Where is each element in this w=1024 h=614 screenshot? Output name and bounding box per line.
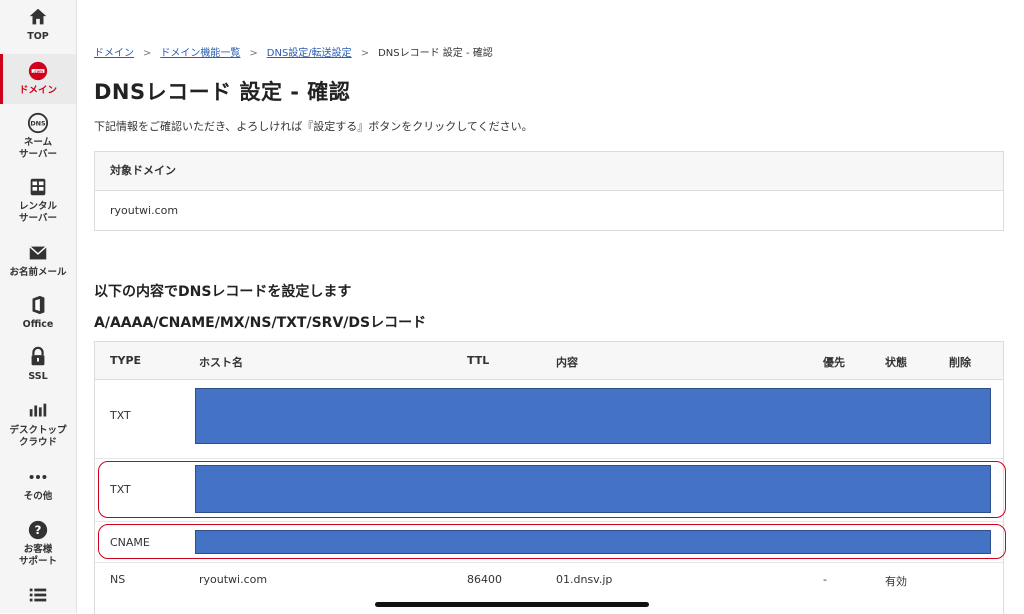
record-type: NS: [110, 573, 126, 586]
lock-icon: [31, 346, 45, 366]
sidebar-item-label: Office: [22, 319, 54, 330]
table-header: TYPE ホスト名 TTL 内容 優先 状態 削除: [95, 342, 1003, 380]
table-row: TXT: [95, 380, 1003, 459]
column-header-ttl: TTL: [467, 354, 490, 367]
more-icon: [29, 474, 47, 480]
highlight-outline: [98, 524, 1006, 559]
redacted-block: [195, 388, 991, 444]
record-type: TXT: [110, 409, 131, 422]
column-header-status: 状態: [885, 356, 907, 369]
home-indicator: [375, 602, 649, 607]
column-header-host: ホスト名: [199, 356, 243, 369]
breadcrumb: ドメイン > ドメイン機能一覧 > DNS設定/転送設定 > DNSレコード 設定 - 確認: [94, 44, 493, 59]
page-title: DNSレコード 設定 - 確認: [94, 80, 351, 104]
record-content: 01.dnsv.jp: [556, 573, 613, 586]
records-section-subtitle: A/AAAA/CNAME/MX/NS/TXT/SRV/DSレコード: [94, 315, 427, 331]
help-icon: ?: [28, 520, 48, 540]
record-ttl: 86400: [467, 573, 502, 586]
breadcrumb-current: DNSレコード 設定 - 確認: [378, 48, 493, 59]
page-description: 下記情報をご確認いただき、よろしければ『設定する』ボタンをクリックしてください。: [94, 120, 533, 133]
server-icon: [30, 178, 46, 196]
breadcrumb-link-domain-functions[interactable]: ドメイン機能一覧: [160, 48, 240, 59]
sidebar-item-label: ドメイン: [18, 85, 57, 96]
target-domain-value: ryoutwi.com: [110, 204, 179, 217]
breadcrumb-separator: >: [360, 48, 370, 59]
sidebar-item-menu[interactable]: [0, 584, 76, 610]
sidebar-item-support[interactable]: ? お客様 サポート: [0, 519, 76, 569]
sidebar-item-domain[interactable]: .com ドメイン: [0, 54, 76, 104]
sidebar: TOP .com ドメイン DNS ネーム サーバー レンタル サーバー お名前…: [0, 0, 77, 613]
highlight-outline: [98, 461, 1006, 518]
dns-icon: DNS: [27, 112, 49, 134]
breadcrumb-link-domain[interactable]: ドメイン: [94, 48, 134, 59]
sidebar-item-mail[interactable]: お名前メール: [0, 242, 76, 282]
svg-text:DNS: DNS: [30, 119, 46, 127]
column-header-priority: 優先: [823, 356, 845, 369]
sidebar-item-other[interactable]: その他: [0, 466, 76, 506]
target-domain-header: 対象ドメイン: [95, 152, 1003, 191]
sidebar-item-desktop-cloud[interactable]: デスクトップ クラウド: [0, 400, 76, 450]
list-icon: [29, 588, 47, 602]
sidebar-item-office[interactable]: Office: [0, 294, 76, 334]
sidebar-item-label: TOP: [27, 31, 49, 42]
cloud-desktop-icon: [29, 403, 47, 417]
sidebar-item-label: お名前メール: [9, 267, 67, 278]
dot-com-icon: .com: [28, 61, 48, 81]
svg-text:.com: .com: [33, 69, 43, 73]
office-icon: [32, 295, 45, 315]
sidebar-item-top[interactable]: TOP: [0, 6, 76, 50]
mail-icon: [29, 246, 47, 260]
breadcrumb-link-dns-settings[interactable]: DNS設定/転送設定: [267, 48, 352, 59]
sidebar-item-label: お客様 サポート: [18, 544, 57, 567]
breadcrumb-separator: >: [143, 48, 152, 59]
column-header-delete: 削除: [949, 356, 971, 369]
sidebar-item-label: ネーム サーバー: [19, 137, 57, 160]
column-header-type: TYPE: [110, 354, 142, 367]
sidebar-item-label: その他: [23, 491, 53, 502]
home-icon: [29, 8, 47, 25]
sidebar-item-label: デスクトップ クラウド: [9, 425, 67, 448]
record-host: ryoutwi.com: [199, 573, 268, 586]
records-section-title: 以下の内容でDNSレコードを設定します: [94, 284, 352, 300]
sidebar-item-label: レンタル サーバー: [18, 201, 57, 224]
record-status: 有効: [885, 575, 907, 588]
column-header-content: 内容: [556, 356, 578, 369]
record-priority: -: [823, 573, 827, 586]
sidebar-item-label: SSL: [28, 371, 48, 382]
breadcrumb-separator: >: [249, 48, 258, 59]
target-domain-table: 対象ドメイン ryoutwi.com: [94, 151, 1004, 231]
sidebar-item-nameserver[interactable]: DNS ネーム サーバー: [0, 112, 76, 162]
sidebar-item-rental-server[interactable]: レンタル サーバー: [0, 176, 76, 226]
sidebar-item-ssl[interactable]: SSL: [0, 346, 76, 386]
svg-text:?: ?: [35, 523, 42, 537]
